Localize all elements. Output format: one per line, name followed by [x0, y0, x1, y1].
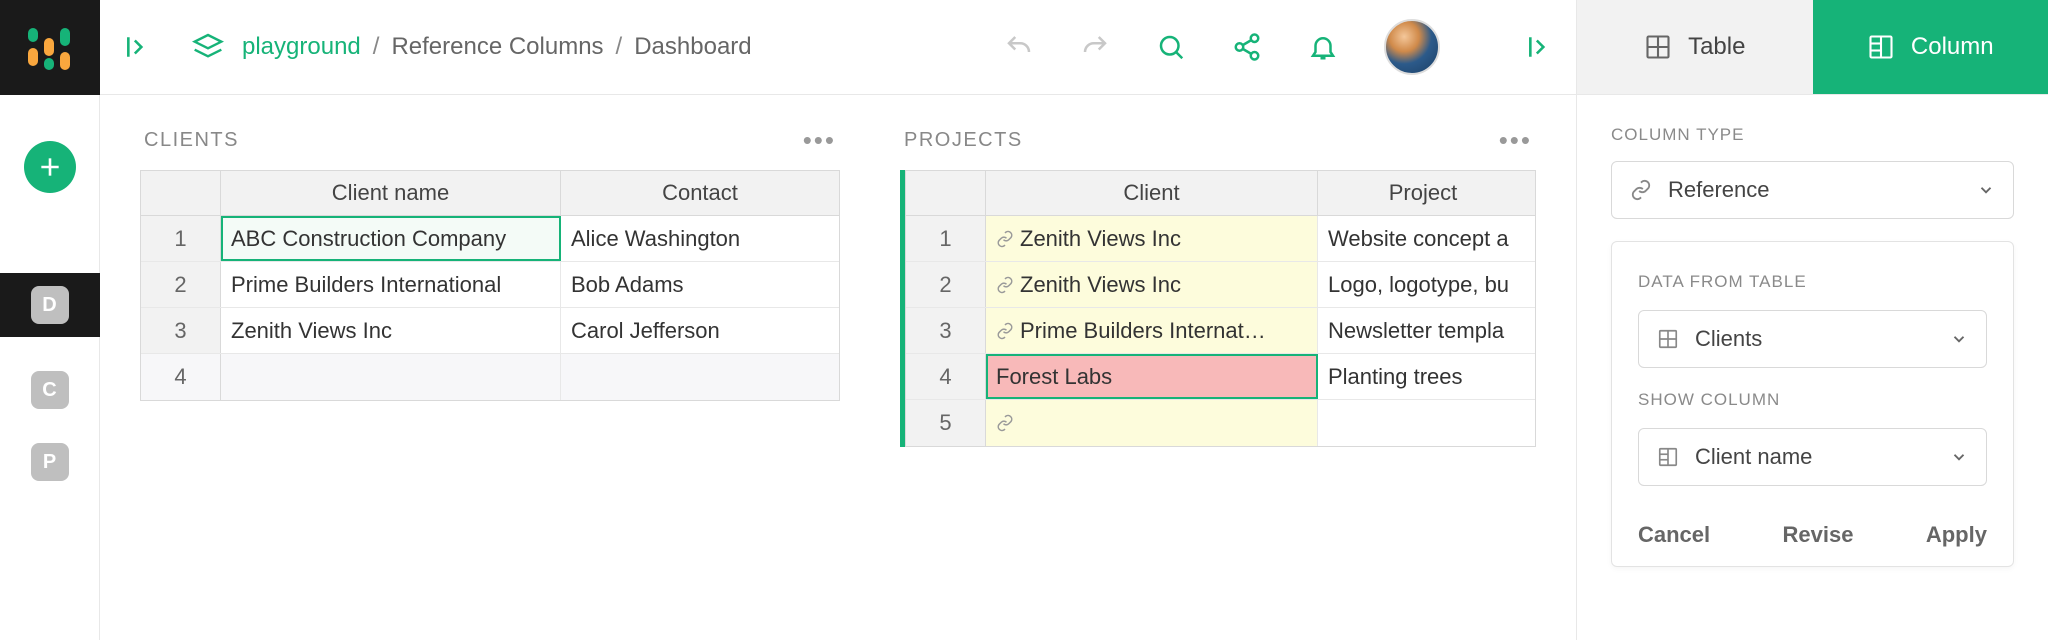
cell[interactable]: Logo, logotype, bu: [1318, 262, 1528, 307]
main: playground / Reference Columns / Dashboa…: [100, 0, 1576, 640]
breadcrumb-leaf[interactable]: Dashboard: [634, 33, 751, 61]
widget-clients: Clients ••• Client name Contact 1 ABC Co…: [140, 125, 840, 610]
col-header[interactable]: Client name: [221, 171, 561, 215]
redo-icon[interactable]: [1080, 32, 1110, 62]
cell[interactable]: Planting trees: [1318, 354, 1528, 399]
widget-title: Clients: [144, 129, 239, 152]
col-header[interactable]: Contact: [561, 171, 839, 215]
cell-invalid[interactable]: Forest Labs: [986, 354, 1318, 399]
chevron-down-icon: [1977, 181, 1995, 199]
cell[interactable]: Alice Washington: [561, 216, 839, 261]
table-row[interactable]: 2 Zenith Views Inc Logo, logotype, bu: [906, 262, 1535, 308]
cell[interactable]: ABC Construction Company: [221, 216, 561, 261]
col-header[interactable]: Client: [986, 171, 1318, 215]
cell[interactable]: Newsletter templa: [1318, 308, 1528, 353]
cell[interactable]: Prime Builders Internat…: [986, 308, 1318, 353]
apply-button[interactable]: Apply: [1926, 522, 1987, 548]
avatar[interactable]: [1384, 19, 1440, 75]
label-data-from: Data From Table: [1638, 272, 1987, 292]
chevron-down-icon: [1950, 448, 1968, 466]
grid-projects[interactable]: Client Project 1 Zenith Views Inc Websit…: [905, 170, 1536, 447]
table-row[interactable]: 3 Prime Builders Internat… Newsletter te…: [906, 308, 1535, 354]
cell[interactable]: Zenith Views Inc: [986, 262, 1318, 307]
cell[interactable]: [221, 354, 561, 400]
cell[interactable]: Bob Adams: [561, 262, 839, 307]
collapse-right-icon[interactable]: [1526, 34, 1552, 60]
table-icon: [1657, 328, 1679, 350]
column-icon: [1657, 446, 1679, 468]
tab-label: Table: [1688, 33, 1745, 61]
tab-table[interactable]: Table: [1577, 0, 1813, 95]
link-icon: [996, 414, 1014, 432]
layers-icon[interactable]: [192, 31, 224, 63]
table-row[interactable]: 1 ABC Construction Company Alice Washing…: [141, 216, 839, 262]
table-row[interactable]: 3 Zenith Views Inc Carol Jefferson: [141, 308, 839, 354]
cell[interactable]: Zenith Views Inc: [221, 308, 561, 353]
link-icon: [996, 276, 1014, 294]
col-header[interactable]: Project: [1318, 171, 1528, 215]
widget-menu-icon[interactable]: •••: [803, 125, 836, 156]
cell[interactable]: [986, 400, 1318, 446]
cell[interactable]: [561, 354, 839, 400]
cell[interactable]: Carol Jefferson: [561, 308, 839, 353]
share-icon[interactable]: [1232, 32, 1262, 62]
cell[interactable]: Zenith Views Inc: [986, 216, 1318, 261]
link-icon: [996, 322, 1014, 340]
cancel-button[interactable]: Cancel: [1638, 522, 1710, 548]
table-row[interactable]: 4 Forest Labs Planting trees: [906, 354, 1535, 400]
tab-column[interactable]: Column: [1813, 0, 2048, 95]
breadcrumb-root[interactable]: playground: [242, 33, 361, 61]
topbar: playground / Reference Columns / Dashboa…: [100, 0, 1576, 95]
widget-title: Projects: [904, 129, 1023, 152]
grid-clients[interactable]: Client name Contact 1 ABC Construction C…: [140, 170, 840, 401]
table-row[interactable]: 4: [141, 354, 839, 400]
app-logo[interactable]: [0, 0, 100, 95]
right-panel: Table Column Column Type Reference Data …: [1576, 0, 2048, 640]
search-icon[interactable]: [1156, 32, 1186, 62]
breadcrumb-sep: /: [616, 33, 623, 61]
select-column-type[interactable]: Reference: [1611, 161, 2014, 219]
breadcrumb: playground / Reference Columns / Dashboa…: [242, 33, 752, 61]
chevron-down-icon: [1950, 330, 1968, 348]
rail-item-p[interactable]: P: [31, 443, 69, 481]
cell[interactable]: Website concept a: [1318, 216, 1528, 261]
rail-item-d[interactable]: D: [0, 273, 100, 337]
widget-menu-icon[interactable]: •••: [1499, 125, 1532, 156]
breadcrumb-sep: /: [373, 33, 380, 61]
link-icon: [996, 230, 1014, 248]
label-show-column: Show Column: [1638, 390, 1987, 410]
table-row[interactable]: 5: [906, 400, 1535, 446]
undo-icon[interactable]: [1004, 32, 1034, 62]
revise-button[interactable]: Revise: [1783, 522, 1854, 548]
link-icon: [1630, 179, 1652, 201]
rail-item-c[interactable]: C: [31, 371, 69, 409]
widget-projects: Projects ••• Client Project 1 Zenith Vie…: [900, 125, 1536, 610]
select-data-from[interactable]: Clients: [1638, 310, 1987, 368]
bell-icon[interactable]: [1308, 32, 1338, 62]
table-row[interactable]: 1 Zenith Views Inc Website concept a: [906, 216, 1535, 262]
cell[interactable]: [1318, 400, 1528, 446]
expand-left-icon[interactable]: [124, 34, 150, 60]
left-rail: D C P: [0, 0, 100, 640]
select-show-column[interactable]: Client name: [1638, 428, 1987, 486]
cell[interactable]: Prime Builders International: [221, 262, 561, 307]
label-column-type: Column Type: [1611, 125, 2014, 145]
add-button[interactable]: [24, 141, 76, 193]
reference-settings-card: Data From Table Clients Show Column Clie…: [1611, 241, 2014, 567]
tab-label: Column: [1911, 33, 1994, 61]
table-row[interactable]: 2 Prime Builders International Bob Adams: [141, 262, 839, 308]
breadcrumb-mid[interactable]: Reference Columns: [391, 33, 603, 61]
